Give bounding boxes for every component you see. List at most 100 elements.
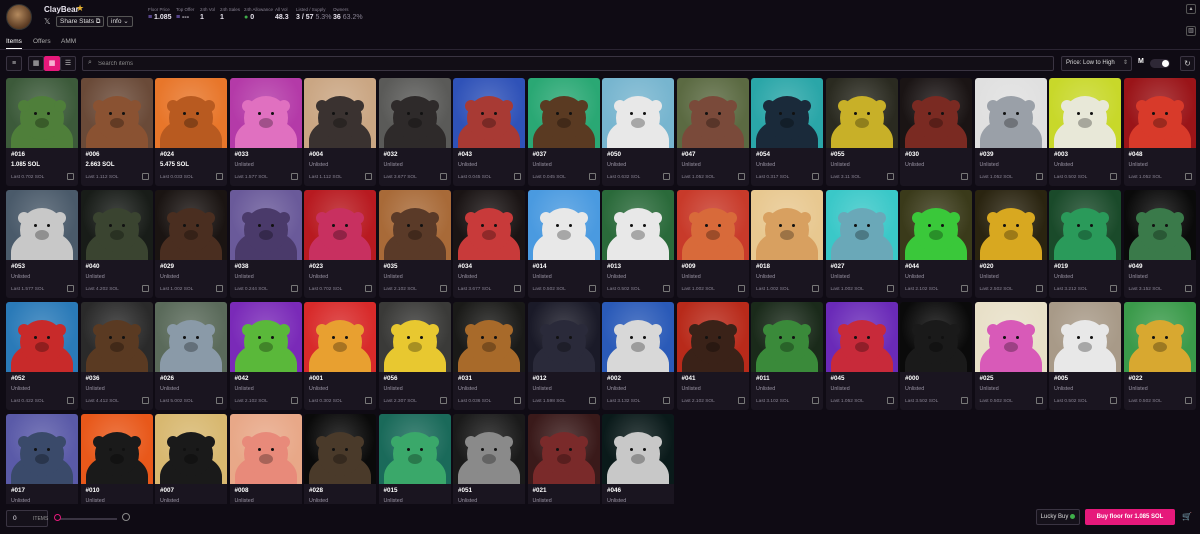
nft-image[interactable] <box>1123 190 1196 260</box>
nft-card[interactable]: #056 Unlisted Last 2.307 SOL <box>378 302 451 410</box>
inspect-icon[interactable] <box>290 397 298 404</box>
nft-image[interactable] <box>155 414 227 484</box>
nft-image[interactable] <box>900 190 972 260</box>
inspect-icon[interactable] <box>663 397 670 404</box>
inspect-icon[interactable] <box>961 285 968 292</box>
nft-card[interactable]: #024 5.475 SOL Last 0.033 SOL <box>155 78 227 186</box>
inspect-icon[interactable] <box>812 285 819 292</box>
inspect-icon[interactable] <box>141 285 149 292</box>
inspect-icon[interactable] <box>588 285 596 292</box>
nft-card[interactable]: #027 Unlisted Last 1.002 SOL <box>825 190 898 298</box>
inspect-icon[interactable] <box>1184 285 1192 292</box>
inspect-icon[interactable] <box>67 173 74 180</box>
nft-card[interactable]: #032 Unlisted Last 3.677 SOL <box>378 78 451 186</box>
nft-image[interactable] <box>527 302 600 372</box>
nft-card[interactable]: #015 Unlisted <box>378 414 451 504</box>
nft-image[interactable] <box>974 190 1047 260</box>
nft-image[interactable] <box>229 414 302 484</box>
inspect-icon[interactable] <box>1110 397 1117 404</box>
buy-floor-button[interactable]: Buy floor for 1.085 SOL <box>1085 509 1175 525</box>
nft-image[interactable] <box>825 302 898 372</box>
nft-image[interactable] <box>6 414 78 484</box>
inspect-icon[interactable] <box>1035 285 1043 292</box>
grid-large-icon[interactable]: ▦ <box>44 56 60 71</box>
nft-image[interactable] <box>1049 78 1121 148</box>
nft-image[interactable] <box>676 78 749 148</box>
list-view-icon[interactable]: ☰ <box>60 56 76 71</box>
nft-card[interactable]: #042 Unlisted Last 2.102 SOL <box>229 302 302 410</box>
nft-card[interactable]: #055 Unlisted Last 3.11 SOL <box>825 78 898 186</box>
nft-card[interactable]: #049 Unlisted Last 3.152 SOL <box>1123 190 1196 298</box>
refresh-icon[interactable]: ↻ <box>1180 56 1195 71</box>
nft-card[interactable]: #039 Unlisted Last 1.052 SOL <box>974 78 1047 186</box>
inspect-icon[interactable] <box>67 285 74 292</box>
nft-image[interactable] <box>155 78 227 148</box>
star-icon[interactable]: ★ <box>76 3 84 14</box>
collection-avatar[interactable] <box>6 4 32 30</box>
nft-card[interactable]: #051 Unlisted <box>453 414 525 504</box>
nft-card[interactable]: #028 Unlisted <box>304 414 376 504</box>
inspect-icon[interactable] <box>886 397 894 404</box>
inspect-icon[interactable] <box>1110 173 1117 180</box>
nft-image[interactable] <box>453 190 525 260</box>
nft-card[interactable]: #011 Unlisted Last 3.102 SOL <box>751 302 823 410</box>
inspect-icon[interactable] <box>812 397 819 404</box>
nft-image[interactable] <box>453 414 525 484</box>
nft-card[interactable]: #000 Unlisted Last 3.502 SOL <box>900 302 972 410</box>
chart-icon[interactable]: ▴ <box>1186 4 1196 14</box>
inspect-icon[interactable] <box>961 173 968 180</box>
nft-card[interactable]: #016 1.085 SOL Last 0.702 SOL <box>6 78 78 186</box>
nft-card[interactable]: #047 Unlisted Last 1.052 SOL <box>676 78 749 186</box>
inspect-icon[interactable] <box>439 173 447 180</box>
nft-image[interactable] <box>751 190 823 260</box>
nft-image[interactable] <box>900 78 972 148</box>
nft-image[interactable] <box>974 78 1047 148</box>
inspect-icon[interactable] <box>290 173 298 180</box>
nft-image[interactable] <box>676 302 749 372</box>
x-icon[interactable]: 𝕏 <box>44 17 50 26</box>
nft-card[interactable]: #037 Unlisted Last 0.045 SOL <box>527 78 600 186</box>
nft-image[interactable] <box>6 78 78 148</box>
nft-card[interactable]: #008 Unlisted <box>229 414 302 504</box>
tab-amm[interactable]: AMM <box>61 38 76 45</box>
info-dropdown[interactable]: info ⌄ <box>107 16 133 27</box>
nft-image[interactable] <box>155 190 227 260</box>
cart-icon[interactable]: 🛒 <box>1180 509 1194 525</box>
inspect-icon[interactable] <box>216 285 223 292</box>
nft-card[interactable]: #020 Unlisted Last 2.502 SOL <box>974 190 1047 298</box>
nft-image[interactable] <box>304 190 376 260</box>
inspect-icon[interactable] <box>961 397 968 404</box>
nft-card[interactable]: #029 Unlisted Last 1.002 SOL <box>155 190 227 298</box>
nft-card[interactable]: #046 Unlisted <box>602 414 674 504</box>
inspect-icon[interactable] <box>439 285 447 292</box>
nft-card[interactable]: #044 Unlisted Last 2.102 SOL <box>900 190 972 298</box>
nft-card[interactable]: #001 Unlisted Last 0.302 SOL <box>304 302 376 410</box>
nft-image[interactable] <box>378 414 451 484</box>
nft-image[interactable] <box>527 414 600 484</box>
nft-card[interactable]: #017 Unlisted <box>6 414 78 504</box>
nft-image[interactable] <box>1123 78 1196 148</box>
nft-card[interactable]: #013 Unlisted Last 0.502 SOL <box>602 190 674 298</box>
nft-image[interactable] <box>1123 302 1196 372</box>
nft-image[interactable] <box>378 78 451 148</box>
sort-dropdown[interactable]: Price: Low to High ⇕ <box>1061 56 1132 71</box>
inspect-icon[interactable] <box>67 397 74 404</box>
nft-image[interactable] <box>453 78 525 148</box>
listing-toggle[interactable] <box>1150 59 1170 68</box>
search-input[interactable] <box>98 58 1038 69</box>
nft-card[interactable]: #053 Unlisted Last 1.577 SOL <box>6 190 78 298</box>
nft-image[interactable] <box>602 414 674 484</box>
nft-image[interactable] <box>6 302 78 372</box>
nft-card[interactable]: #043 Unlisted Last 0.045 SOL <box>453 78 525 186</box>
nft-card[interactable]: #048 Unlisted Last 1.052 SOL <box>1123 78 1196 186</box>
inspect-icon[interactable] <box>588 397 596 404</box>
inspect-icon[interactable] <box>812 173 819 180</box>
inspect-icon[interactable] <box>439 397 447 404</box>
nft-card[interactable]: #041 Unlisted Last 2.102 SOL <box>676 302 749 410</box>
inspect-icon[interactable] <box>514 285 521 292</box>
tab-offers[interactable]: Offers <box>33 38 51 45</box>
nft-card[interactable]: #035 Unlisted Last 2.102 SOL <box>378 190 451 298</box>
inspect-icon[interactable] <box>663 173 670 180</box>
nft-image[interactable] <box>155 302 227 372</box>
inspect-icon[interactable] <box>886 173 894 180</box>
